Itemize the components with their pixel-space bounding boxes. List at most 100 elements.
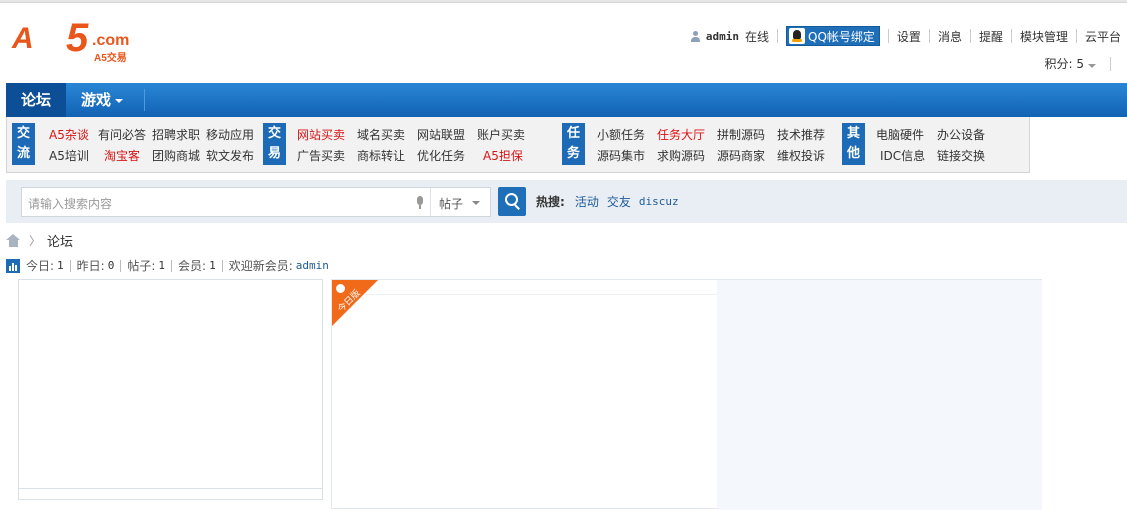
divider xyxy=(928,29,930,43)
score-label: 积分: 5 xyxy=(1044,57,1085,71)
category-link[interactable]: 招聘求职 xyxy=(152,126,200,143)
tag-char: 交 xyxy=(16,126,30,141)
category-link[interactable]: A5培训 xyxy=(49,147,89,164)
today-ribbon: 今日版 xyxy=(332,280,378,328)
tag-char: 他 xyxy=(846,146,860,161)
logo-tagline: A5交易 xyxy=(94,53,127,64)
category-link[interactable]: 优化任务 xyxy=(417,147,465,164)
category-link[interactable]: 拼制源码 xyxy=(717,126,765,143)
hot-search-link[interactable]: discuz xyxy=(639,195,679,208)
search-input[interactable]: 请输入搜索内容 帖子 xyxy=(21,187,491,217)
site-logo[interactable]: A ADmin 5 .com A5交易 xyxy=(12,16,137,66)
category-link[interactable]: 域名买卖 xyxy=(357,126,405,143)
divider xyxy=(120,259,122,272)
microphone-icon[interactable] xyxy=(416,196,424,209)
breadcrumb-current[interactable]: 论坛 xyxy=(47,231,73,250)
slideshow-footer xyxy=(18,488,323,500)
search-button[interactable] xyxy=(498,187,526,216)
divider xyxy=(69,259,71,272)
messages-link[interactable]: 消息 xyxy=(938,28,962,45)
nav-item-label: 游戏 xyxy=(81,91,112,109)
category-link[interactable]: 网站联盟 xyxy=(417,126,465,143)
divider xyxy=(777,29,779,43)
nav-item-label: 论坛 xyxy=(21,91,52,109)
content-panel xyxy=(331,279,1042,510)
score-bar: 积分: 5 xyxy=(1045,55,1122,72)
qq-bind-label: QQ帐号绑定 xyxy=(808,29,875,44)
category-link[interactable]: 团购商城 xyxy=(152,147,200,164)
main-nav: 论坛 游戏 xyxy=(6,83,1127,117)
settings-link[interactable]: 设置 xyxy=(897,28,921,45)
category-link[interactable]: 商标转让 xyxy=(357,147,405,164)
logo-letter-a: A xyxy=(12,22,34,55)
qq-icon xyxy=(789,28,806,44)
divider xyxy=(1075,29,1077,43)
nav-item-games[interactable]: 游戏 xyxy=(66,83,138,117)
tag-char: 流 xyxy=(16,146,30,161)
chart-icon xyxy=(6,258,20,273)
category-link[interactable]: IDC信息 xyxy=(880,147,925,164)
home-icon[interactable] xyxy=(6,234,21,247)
category-link[interactable]: 电脑硬件 xyxy=(876,126,924,143)
tag-char: 交 xyxy=(267,126,281,141)
cloud-platform-link[interactable]: 云平台 xyxy=(1085,28,1121,45)
category-link[interactable]: 小额任务 xyxy=(597,126,645,143)
qq-bind-button[interactable]: QQ帐号绑定 xyxy=(786,26,880,46)
reminders-link[interactable]: 提醒 xyxy=(979,28,1003,45)
category-link[interactable]: 任务大厅 xyxy=(657,126,705,143)
category-link[interactable]: 广告买卖 xyxy=(297,147,345,164)
user-bar: admin 在线 QQ帐号绑定 设置 消息 提醒 模块管理 云平台 xyxy=(690,26,1121,46)
stat-value: 1 xyxy=(158,259,166,272)
username-link[interactable]: admin xyxy=(706,30,739,43)
score-menu[interactable]: 积分: 5 xyxy=(1044,55,1096,72)
category-link[interactable]: 技术推荐 xyxy=(777,126,825,143)
category-link[interactable]: 源码集市 xyxy=(597,147,645,164)
module-manage-link[interactable]: 模块管理 xyxy=(1020,28,1068,45)
category-link[interactable]: A5杂谈 xyxy=(49,126,89,143)
divider xyxy=(969,29,971,43)
divider xyxy=(221,259,223,272)
hot-search-label: 热搜: xyxy=(536,195,565,209)
category-link[interactable]: 办公设备 xyxy=(937,126,985,143)
category-link[interactable]: 网站买卖 xyxy=(297,126,345,143)
category-link[interactable]: 维权投诉 xyxy=(777,147,825,164)
category-tag: 任务 xyxy=(562,123,585,165)
category-link[interactable]: 求购源码 xyxy=(657,147,705,164)
hot-search-link[interactable]: 交友 xyxy=(607,193,631,210)
logo-admin-text: ADmin xyxy=(32,38,61,48)
ribbon-icon xyxy=(336,284,345,293)
divider xyxy=(1110,56,1111,71)
category-tag: 其他 xyxy=(842,123,865,165)
divider xyxy=(144,89,146,111)
search-placeholder: 请输入搜索内容 xyxy=(28,197,113,211)
logo-domain: .com xyxy=(92,32,130,49)
category-link[interactable]: 软文发布 xyxy=(206,147,254,164)
newest-member-link[interactable]: admin xyxy=(296,259,329,272)
search-type-select[interactable]: 帖子 xyxy=(439,195,463,212)
logo-five: 5 xyxy=(66,16,89,60)
category-link[interactable]: 链接交换 xyxy=(937,147,985,164)
category-link[interactable]: 账户买卖 xyxy=(477,126,525,143)
tab-strip xyxy=(332,280,717,295)
hot-search: 热搜: 活动 交友 discuz xyxy=(536,193,687,210)
nav-item-forum[interactable]: 论坛 xyxy=(6,83,67,117)
stat-label: 今日: xyxy=(26,259,55,273)
online-status: 在线 xyxy=(745,29,770,44)
stat-label: 会员: xyxy=(178,259,207,273)
stat-label: 昨日: xyxy=(76,259,105,273)
divider xyxy=(887,29,889,43)
category-tag: 交流 xyxy=(12,123,35,165)
stat-value: 0 xyxy=(107,259,115,272)
category-tag: 交易 xyxy=(263,123,286,165)
stat-label: 欢迎新会员: xyxy=(228,259,293,273)
hot-search-link[interactable]: 活动 xyxy=(575,193,599,210)
category-link[interactable]: A5担保 xyxy=(483,147,523,164)
category-link[interactable]: 有问必答 xyxy=(98,126,146,143)
tag-char: 其 xyxy=(846,126,860,141)
breadcrumb: 〉 论坛 xyxy=(6,231,73,250)
category-link[interactable]: 源码商家 xyxy=(717,147,765,164)
category-link[interactable]: 淘宝客 xyxy=(104,147,140,164)
stat-label: 帖子: xyxy=(127,259,156,273)
category-link[interactable]: 移动应用 xyxy=(206,126,254,143)
stat-value: 1 xyxy=(57,259,64,272)
